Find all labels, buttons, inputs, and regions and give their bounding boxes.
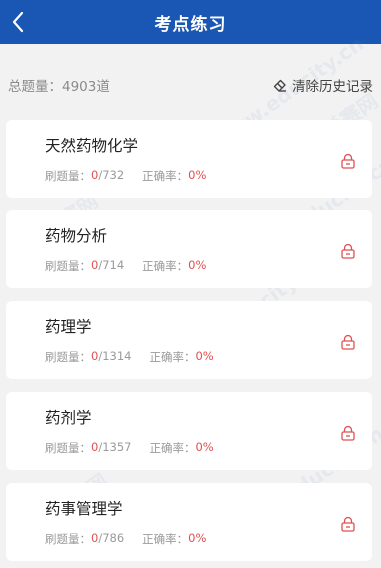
brushed-done: 0 <box>91 440 99 454</box>
chapter-card[interactable]: 药理学 刷题量： 0 /1314 正确率： 0% <box>6 301 372 379</box>
page-title: 考点练习 <box>154 14 227 35</box>
chapter-stats: 刷题量： 0 /1314 正确率： 0% <box>45 349 214 365</box>
eraser-icon <box>273 79 286 92</box>
summary-bar: 总题量：4903道 清除历史记录 <box>0 68 381 102</box>
brushed-done: 0 <box>91 349 99 363</box>
accuracy-label: 正确率： <box>149 441 196 455</box>
chapter-stats: 刷题量： 0 /714 正确率： 0% <box>45 258 206 274</box>
brushed-label: 刷题量： <box>45 532 91 546</box>
brushed-label: 刷题量： <box>45 350 91 364</box>
chapter-title: 药理学 <box>45 318 92 336</box>
accuracy-value: 0% <box>188 258 207 272</box>
accuracy-label: 正确率： <box>142 259 189 273</box>
brushed-total: /1357 <box>98 440 132 454</box>
accuracy-label: 正确率： <box>142 532 189 546</box>
chapter-title: 药剂学 <box>45 409 92 427</box>
lock-icon[interactable] <box>340 153 356 169</box>
chapter-stats: 刷题量： 0 /786 正确率： 0% <box>45 531 206 547</box>
lock-icon[interactable] <box>340 425 356 441</box>
lock-icon[interactable] <box>340 243 356 259</box>
lock-icon[interactable] <box>340 334 356 350</box>
chapter-card[interactable]: 药剂学 刷题量： 0 /1357 正确率： 0% <box>6 392 372 470</box>
clear-history-button[interactable]: 清除历史记录 <box>272 75 373 95</box>
total-count: 总题量：4903道 <box>8 79 110 95</box>
accuracy-label: 正确率： <box>149 350 196 364</box>
chapter-title: 药物分析 <box>45 227 108 245</box>
brushed-total: /732 <box>98 168 125 182</box>
chapter-stats: 刷题量： 0 /732 正确率： 0% <box>45 168 206 184</box>
accuracy-value: 0% <box>188 531 207 545</box>
chapter-title: 天然药物化学 <box>45 137 139 155</box>
accuracy-value: 0% <box>195 440 214 454</box>
chapter-card[interactable]: 药事管理学 刷题量： 0 /786 正确率： 0% <box>6 483 372 561</box>
page: 考点练习 www.educity.cn www.educity.cn www.e… <box>0 0 381 568</box>
accuracy-value: 0% <box>195 349 214 363</box>
lock-icon[interactable] <box>340 516 356 532</box>
chapter-title: 药事管理学 <box>45 500 123 518</box>
brushed-done: 0 <box>91 531 99 545</box>
chapter-card[interactable]: 药物分析 刷题量： 0 /714 正确率： 0% <box>6 210 372 288</box>
brushed-label: 刷题量： <box>45 441 91 455</box>
brushed-total: /1314 <box>98 349 132 363</box>
accuracy-label: 正确率： <box>142 169 189 183</box>
brushed-done: 0 <box>91 258 99 272</box>
chapter-card[interactable]: 天然药物化学 刷题量： 0 /732 正确率： 0% <box>6 120 372 198</box>
clear-history-label: 清除历史记录 <box>292 79 373 95</box>
brushed-done: 0 <box>91 168 99 182</box>
app-header: 考点练习 <box>0 0 381 44</box>
chapter-stats: 刷题量： 0 /1357 正确率： 0% <box>45 440 214 456</box>
brushed-label: 刷题量： <box>45 169 91 183</box>
brushed-label: 刷题量： <box>45 259 91 273</box>
brushed-total: /786 <box>98 531 125 545</box>
back-chevron-icon <box>12 11 24 33</box>
brushed-total: /714 <box>98 258 125 272</box>
back-button[interactable] <box>6 10 30 34</box>
accuracy-value: 0% <box>188 168 207 182</box>
